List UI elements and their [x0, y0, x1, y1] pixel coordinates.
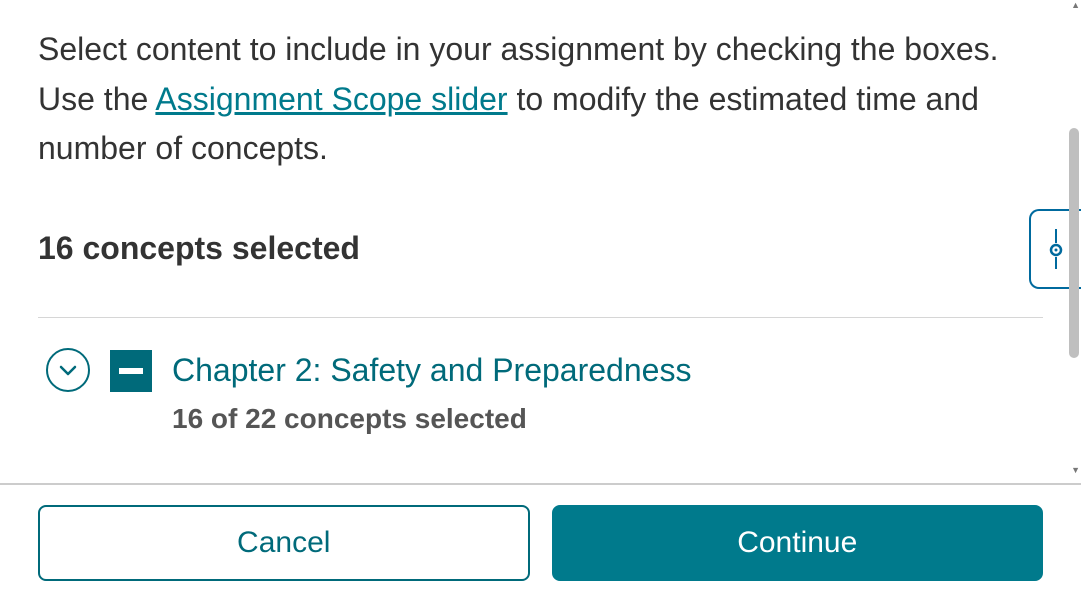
scrollbar[interactable]: ▲ ▼	[1067, 0, 1081, 475]
scrollbar-thumb[interactable]	[1069, 128, 1079, 358]
slider-icon	[1045, 227, 1067, 271]
main-content: Select content to include in your assign…	[0, 0, 1081, 475]
selected-summary-row: 16 concepts selected	[38, 209, 1043, 289]
cancel-button[interactable]: Cancel	[38, 505, 530, 581]
action-button-bar: Cancel Continue	[0, 483, 1081, 605]
chapter-row: Chapter 2: Safety and Preparedness 16 of…	[46, 348, 1043, 435]
assignment-scope-link[interactable]: Assignment Scope slider	[155, 81, 507, 117]
scroll-down-arrow-icon: ▼	[1071, 465, 1080, 475]
chevron-down-icon	[59, 364, 77, 376]
scroll-up-arrow-icon: ▲	[1071, 0, 1080, 10]
chapter-text-block: Chapter 2: Safety and Preparedness 16 of…	[172, 348, 1043, 435]
chapter-section: Chapter 2: Safety and Preparedness 16 of…	[38, 318, 1043, 455]
continue-button[interactable]: Continue	[552, 505, 1044, 581]
concepts-selected-count: 16 concepts selected	[38, 230, 360, 267]
expand-chapter-button[interactable]	[46, 348, 90, 392]
minus-icon	[119, 368, 143, 374]
intro-paragraph: Select content to include in your assign…	[38, 25, 1043, 174]
chapter-title: Chapter 2: Safety and Preparedness	[172, 352, 1043, 389]
chapter-concept-count: 16 of 22 concepts selected	[172, 403, 1043, 435]
chapter-checkbox-indeterminate[interactable]	[110, 350, 152, 392]
